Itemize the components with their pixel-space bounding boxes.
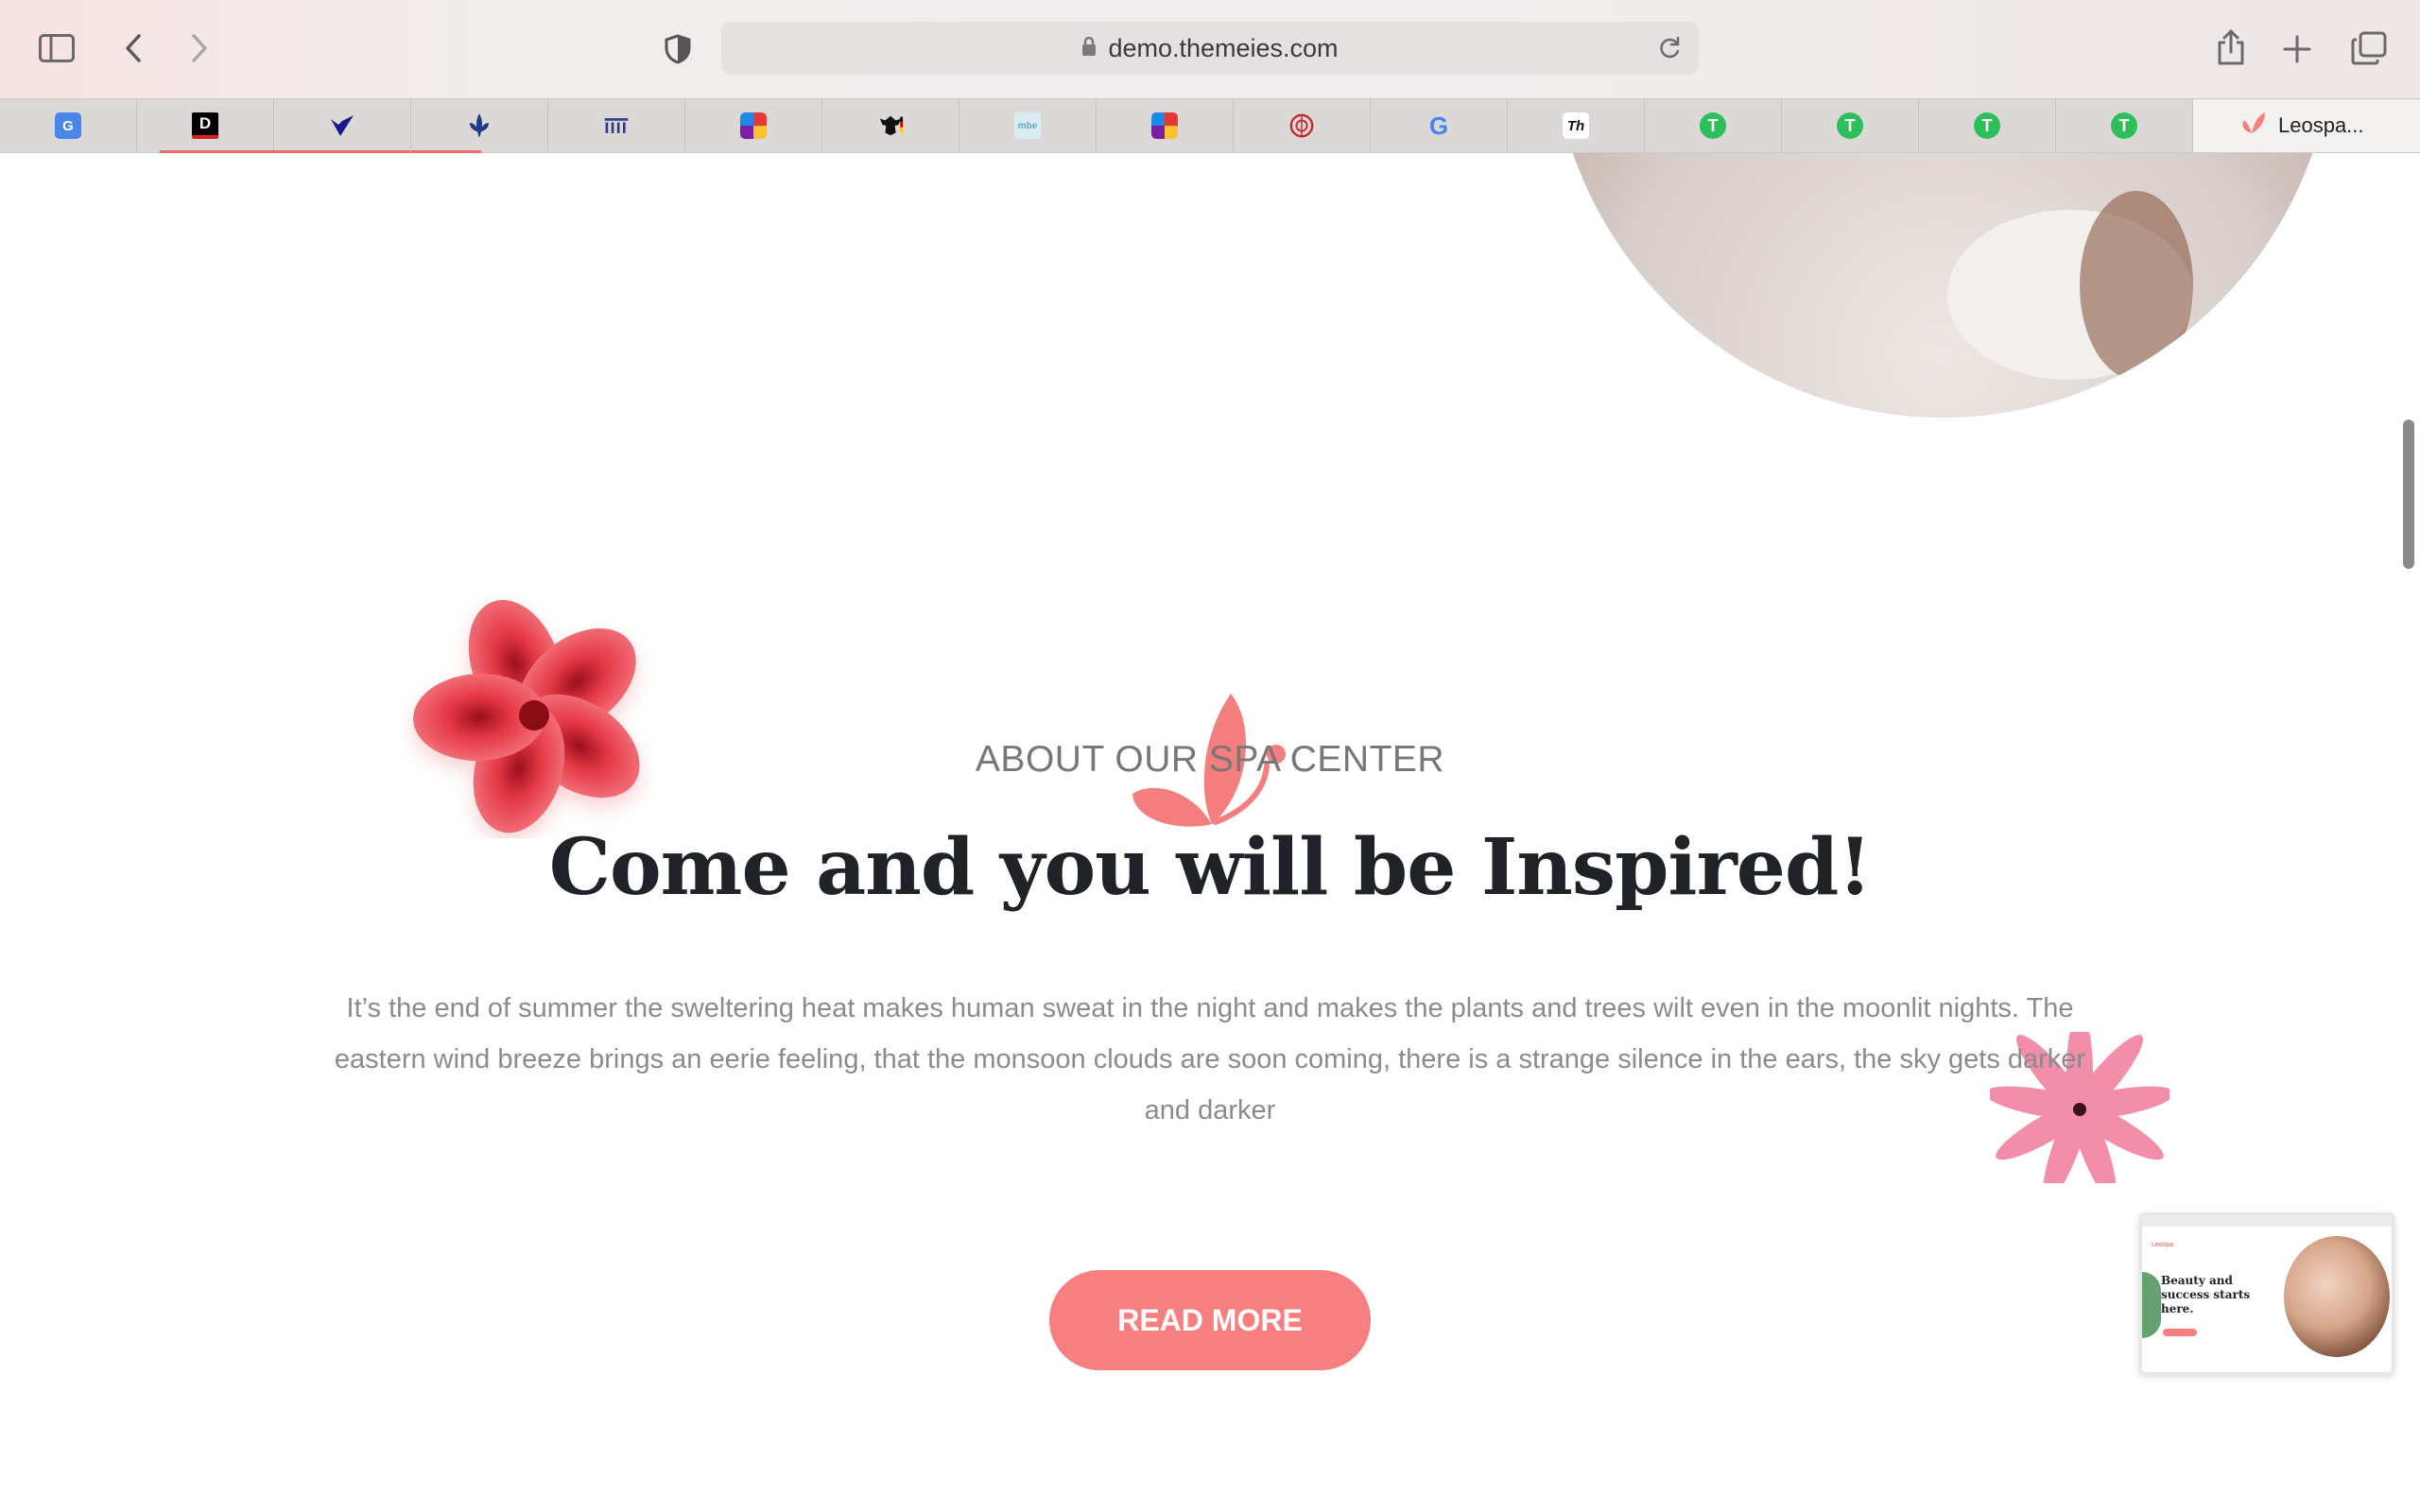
tab-columns[interactable]	[548, 99, 685, 152]
tab-google[interactable]: G	[1371, 99, 1508, 152]
plus-icon	[2283, 35, 2311, 63]
tab-seal[interactable]	[1234, 99, 1371, 152]
thumbnail-headline: Beauty and success starts here.	[2161, 1274, 2251, 1315]
share-button[interactable]	[2212, 26, 2250, 68]
tab-th[interactable]: Th	[1508, 99, 1645, 152]
reload-icon[interactable]	[1657, 35, 1682, 68]
url-text: demo.themeies.com	[1108, 33, 1339, 62]
thumbnail-browser-bar	[2142, 1215, 2392, 1227]
tab-eagle[interactable]	[822, 99, 959, 152]
grid-logo-icon	[1151, 112, 1178, 139]
t-green-icon: T	[1700, 112, 1726, 139]
browser-toolbar: demo.themeies.com	[0, 0, 2420, 98]
eagle-logo-icon	[877, 112, 904, 139]
page-content: ABOUT OUR SPA CENTER Come and you will b…	[0, 153, 2420, 1512]
mbe-logo-icon: mbe	[1014, 112, 1041, 139]
tab-grid-2[interactable]	[1097, 99, 1234, 152]
tabs-overview-icon	[2351, 31, 2387, 65]
grid-logo-icon	[740, 112, 767, 139]
check-logo-icon	[329, 112, 355, 139]
red-flower-decoration	[402, 593, 666, 843]
tab-t-1[interactable]: T	[1645, 99, 1782, 152]
t-green-icon: T	[1837, 112, 1863, 139]
chevron-right-icon	[192, 34, 207, 62]
tab-overview-button[interactable]	[2348, 28, 2390, 68]
section-body: It’s the end of summer the sweltering he…	[334, 993, 2086, 1125]
tab-t-4[interactable]: T	[2056, 99, 2193, 152]
th-logo-icon: Th	[1563, 112, 1589, 139]
active-tab-label: Leospa...	[2278, 113, 2364, 137]
thumbnail-button	[2163, 1329, 2197, 1336]
section-headline: Come and you will be Inspired!	[548, 822, 1873, 913]
tab-check[interactable]	[274, 99, 411, 152]
tab-t-3[interactable]: T	[1919, 99, 2056, 152]
tab-grid-1[interactable]	[685, 99, 822, 152]
back-button[interactable]	[117, 30, 149, 66]
fleur-logo-icon	[466, 112, 493, 139]
sidebar-icon	[39, 34, 75, 62]
thumbnail-leaf	[2142, 1272, 2161, 1338]
forward-button[interactable]	[183, 30, 216, 66]
seal-logo-icon	[1288, 112, 1315, 139]
t-green-icon: T	[2111, 112, 2137, 139]
new-tab-button[interactable]	[2278, 30, 2316, 68]
tab-mbe[interactable]: mbe	[959, 99, 1097, 152]
hero-image	[1550, 153, 2335, 418]
section-eyebrow: ABOUT OUR SPA CENTER	[975, 739, 1445, 780]
tab-t-2[interactable]: T	[1782, 99, 1919, 152]
tab-leospa-active[interactable]: Leospa...	[2193, 99, 2420, 152]
t-green-icon: T	[1974, 112, 2000, 139]
sidebar-toggle-button[interactable]	[38, 31, 76, 65]
thumbnail-brand: Leospa	[2152, 1242, 2173, 1248]
address-bar[interactable]: demo.themeies.com	[721, 22, 1699, 75]
screenshot-thumbnail[interactable]: Leospa Beauty and success starts here.	[2139, 1212, 2394, 1375]
privacy-shield-button[interactable]	[662, 32, 694, 66]
shield-icon	[665, 34, 691, 64]
chevron-left-icon	[126, 34, 141, 62]
read-more-button[interactable]: READ MORE	[1049, 1270, 1371, 1370]
share-icon	[2218, 29, 2244, 65]
google-icon: G	[1428, 111, 1449, 140]
google-translate-icon: G	[55, 112, 81, 139]
tab-fleur[interactable]	[411, 99, 548, 152]
tab-google-translate[interactable]: G	[0, 99, 137, 152]
page-scrollbar[interactable]	[2403, 420, 2414, 569]
tab-d[interactable]: D	[137, 99, 481, 155]
tab-bar: G D mbe G Th T T T T Leospa...	[0, 98, 2420, 155]
thumbnail-portrait	[2284, 1236, 2390, 1357]
d-logo-icon: D	[192, 112, 218, 139]
leospa-favicon-icon	[2238, 111, 2267, 141]
lock-icon	[1081, 34, 1097, 63]
columns-logo-icon	[603, 112, 630, 139]
